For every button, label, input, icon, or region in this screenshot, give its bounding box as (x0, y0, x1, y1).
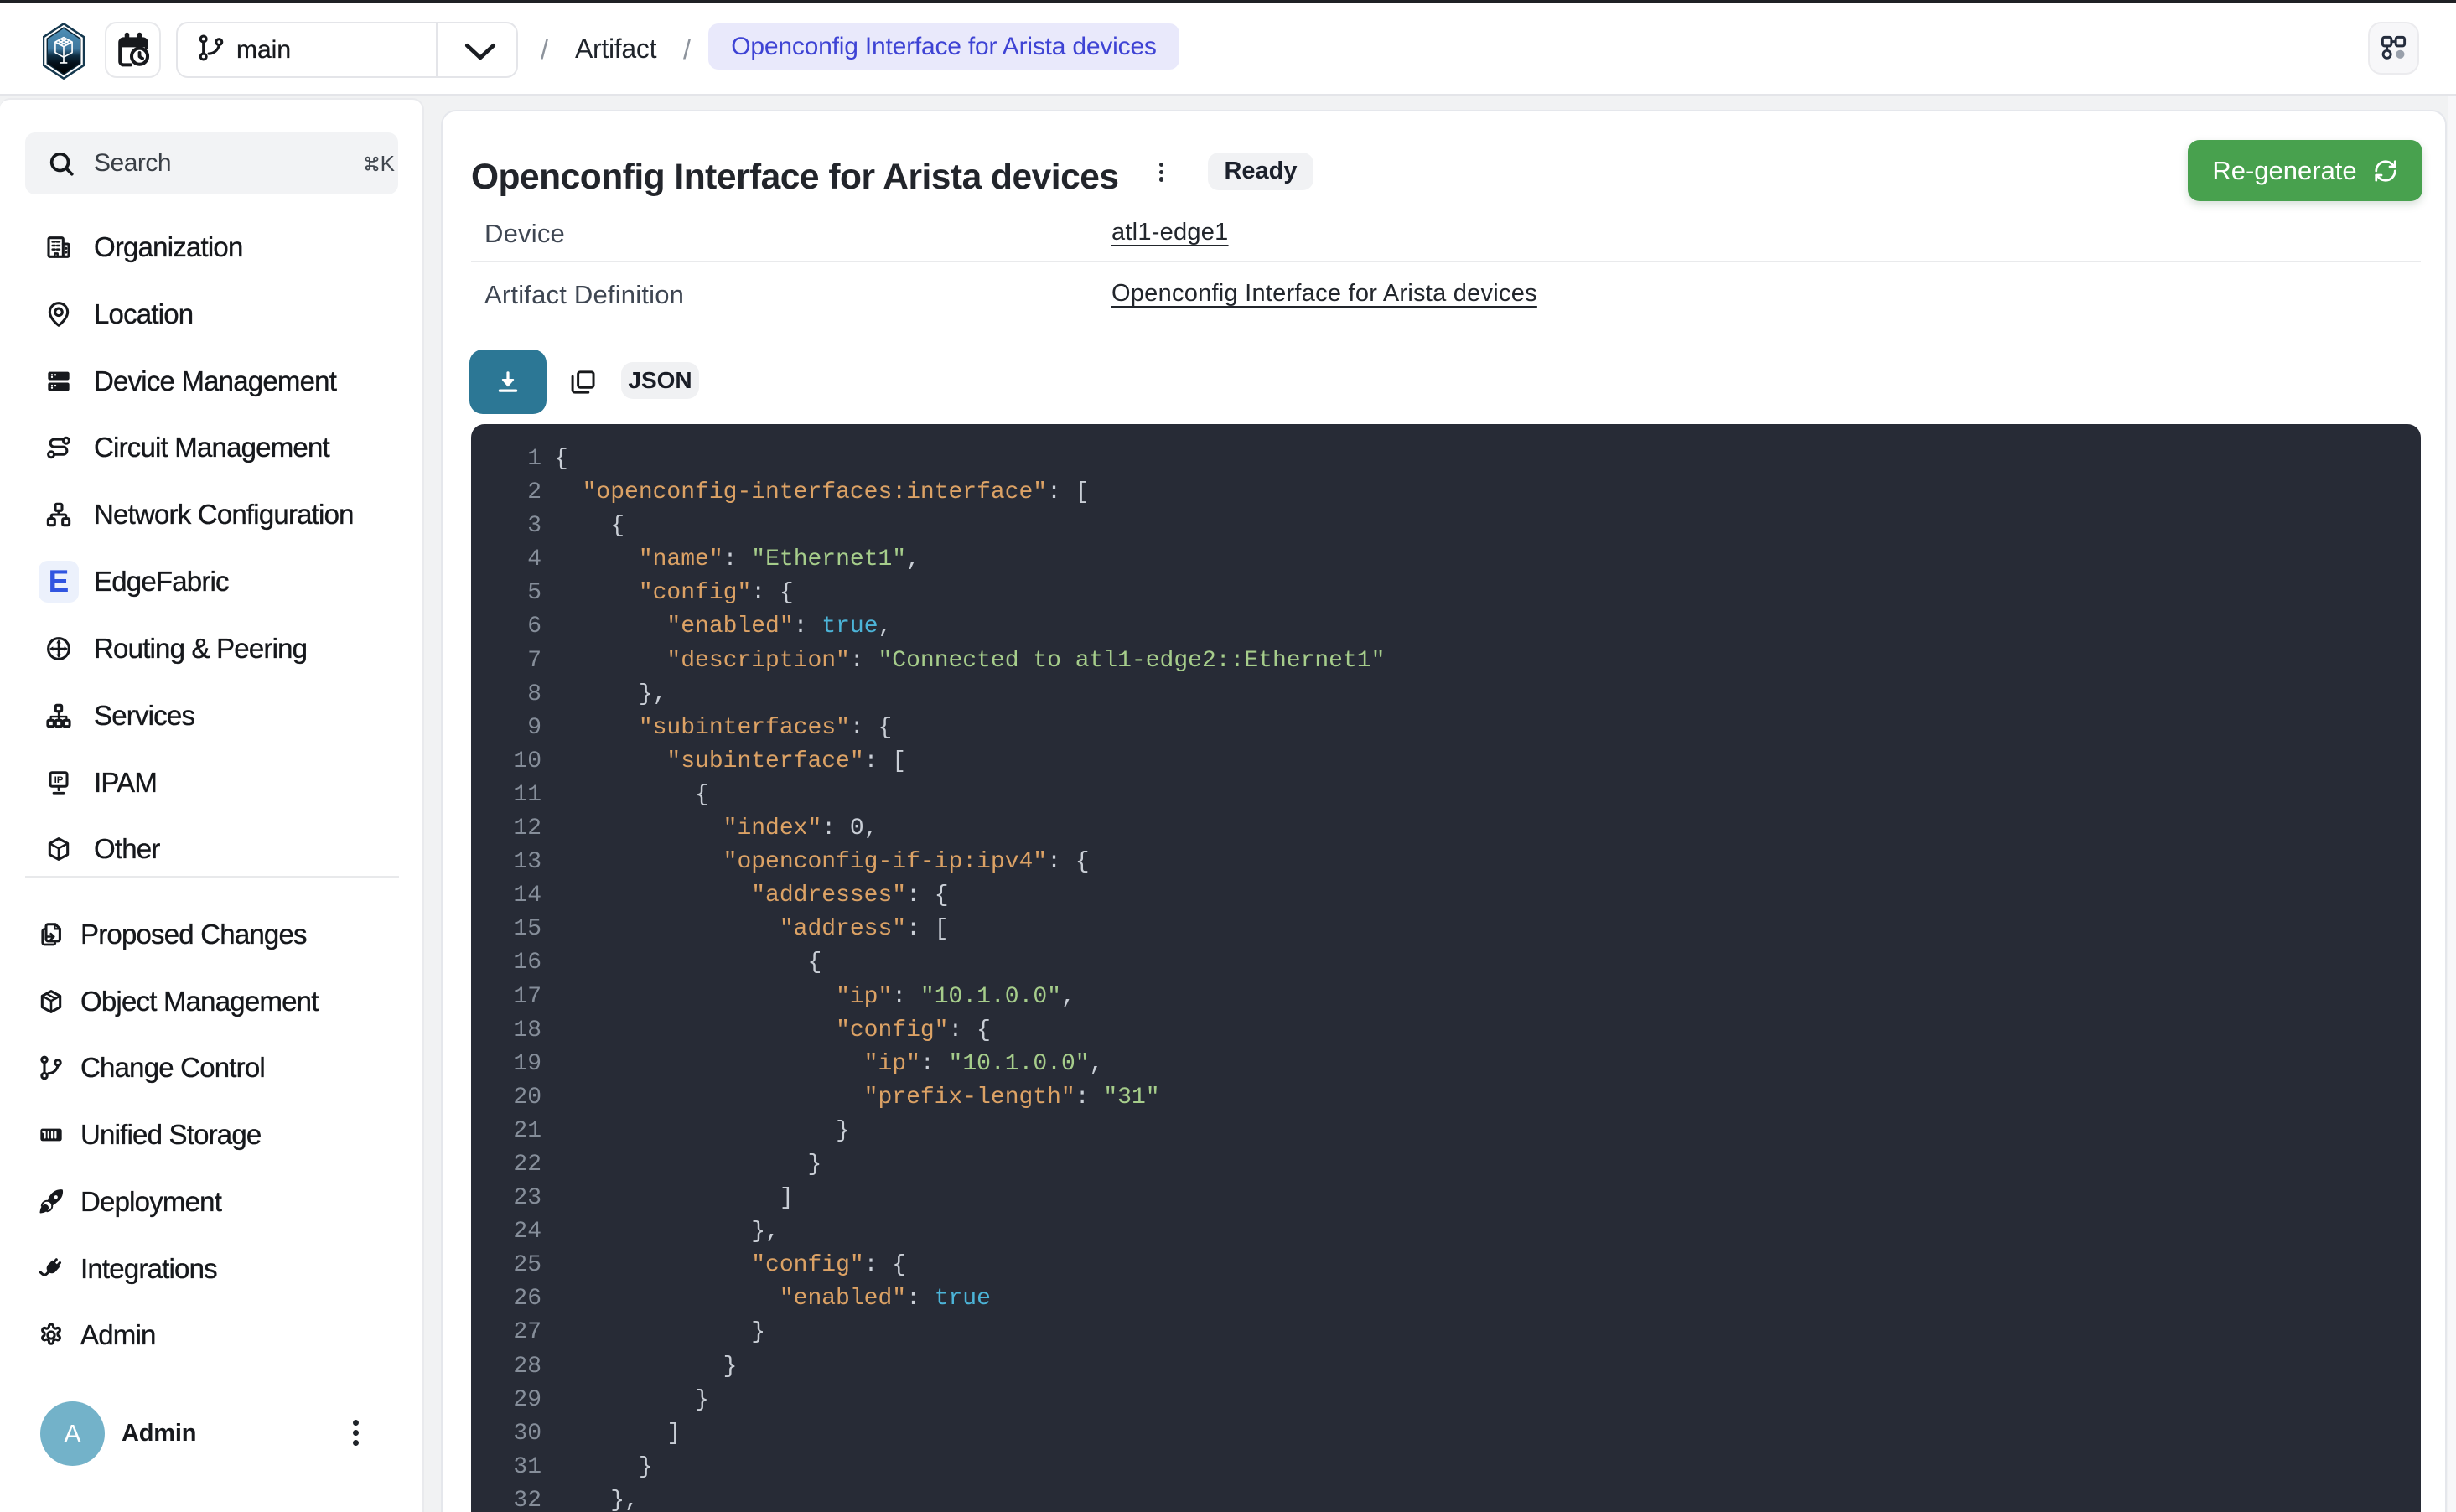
svg-text:IP: IP (54, 775, 64, 785)
